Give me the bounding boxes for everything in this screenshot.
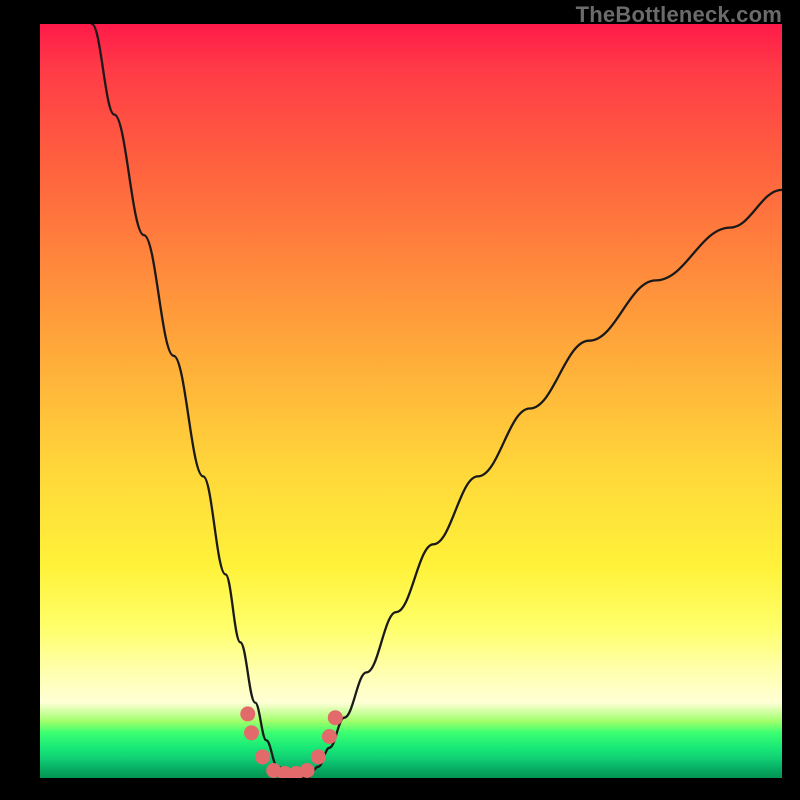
watermark-text: TheBottleneck.com xyxy=(576,2,782,28)
chart-frame: TheBottleneck.com xyxy=(0,0,800,800)
plot-area xyxy=(40,24,782,778)
